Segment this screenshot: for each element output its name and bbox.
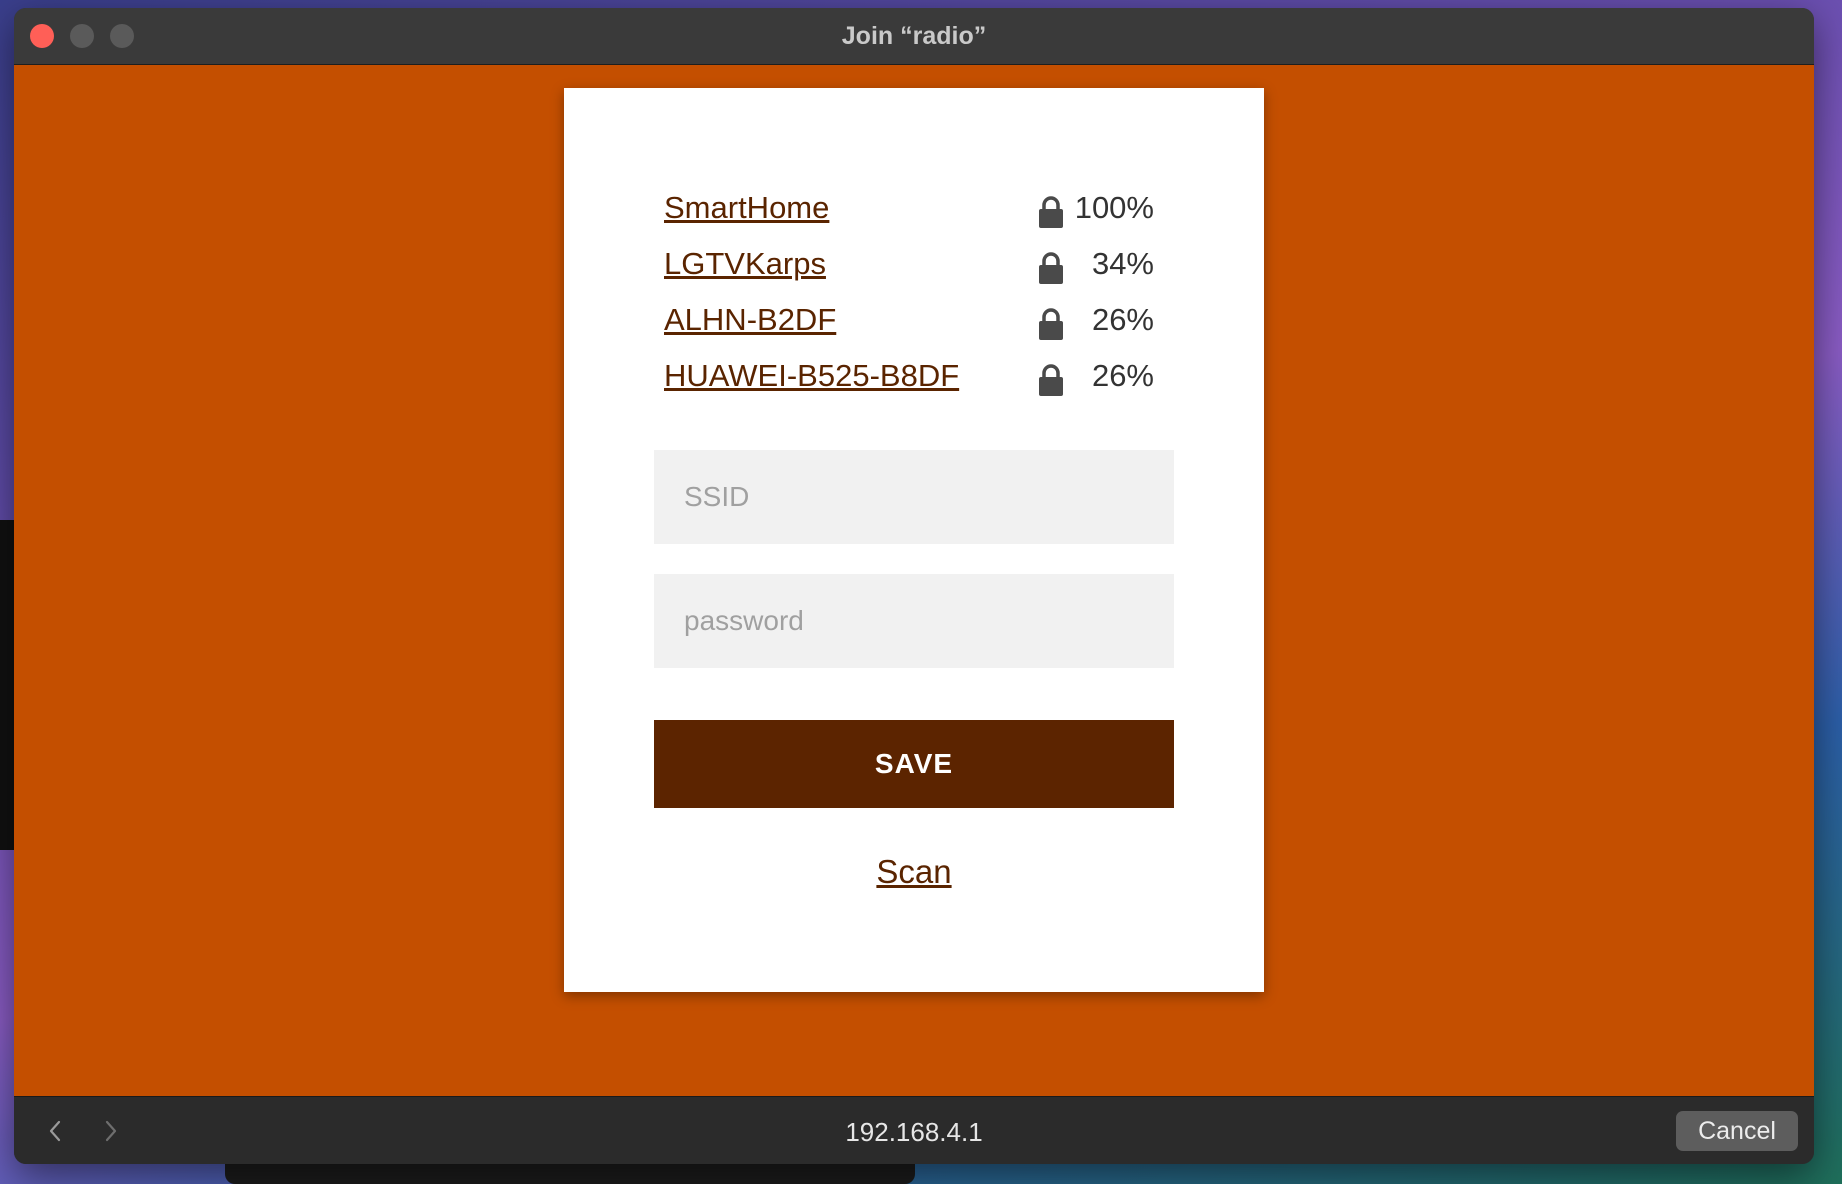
- save-button[interactable]: SAVE: [654, 720, 1174, 808]
- network-row[interactable]: SmartHome 100%: [664, 186, 1164, 242]
- lock-icon: [1039, 308, 1063, 340]
- network-signal: 26%: [1091, 302, 1154, 337]
- lock-icon: [1039, 252, 1063, 284]
- network-name-link[interactable]: SmartHome: [664, 190, 829, 226]
- wifi-config-card: SmartHome 100% LGTVKarps 34% ALHN-B2DF 2…: [564, 88, 1264, 992]
- captive-portal-window: Join “radio” SmartHome 100% LGTVKarps 34…: [14, 8, 1814, 1164]
- network-signal: 26%: [1091, 358, 1154, 393]
- network-signal: 100%: [1074, 190, 1154, 225]
- password-input[interactable]: [654, 574, 1174, 668]
- network-name-link[interactable]: LGTVKarps: [664, 246, 826, 282]
- title-bar: Join “radio”: [14, 8, 1814, 65]
- scan-link[interactable]: Scan: [564, 853, 1264, 891]
- lock-icon: [1039, 364, 1063, 396]
- network-signal: 34%: [1091, 246, 1154, 281]
- window-title: Join “radio”: [841, 22, 987, 50]
- cancel-button[interactable]: Cancel: [1676, 1111, 1798, 1151]
- url-label: 192.168.4.1: [845, 1117, 983, 1147]
- portal-content: SmartHome 100% LGTVKarps 34% ALHN-B2DF 2…: [14, 65, 1814, 1096]
- bottom-toolbar: 192.168.4.1 Cancel: [14, 1096, 1814, 1164]
- lock-icon: [1039, 196, 1063, 228]
- network-row[interactable]: HUAWEI-B525-B8DF 26%: [664, 354, 1164, 410]
- network-name-link[interactable]: ALHN-B2DF: [664, 302, 836, 338]
- network-row[interactable]: LGTVKarps 34%: [664, 242, 1164, 298]
- ssid-input[interactable]: [654, 450, 1174, 544]
- network-list: SmartHome 100% LGTVKarps 34% ALHN-B2DF 2…: [664, 186, 1164, 410]
- network-row[interactable]: ALHN-B2DF 26%: [664, 298, 1164, 354]
- network-name-link[interactable]: HUAWEI-B525-B8DF: [664, 358, 959, 394]
